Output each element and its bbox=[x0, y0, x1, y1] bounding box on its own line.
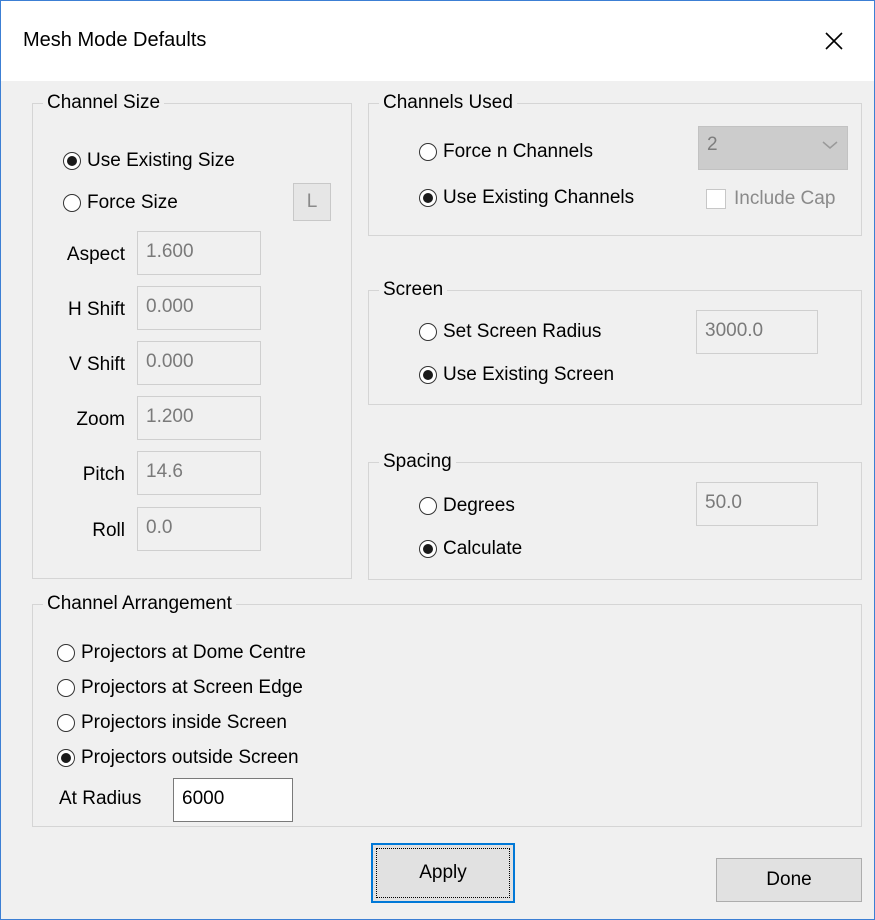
channel-size-legend: Channel Size bbox=[43, 91, 165, 115]
radio-indicator-selected bbox=[419, 540, 437, 558]
force-n-channels-radio[interactable]: Force n Channels bbox=[419, 141, 593, 163]
dialog-window: Mesh Mode Defaults Channel Size Use Exis… bbox=[0, 0, 875, 920]
use-existing-size-label: Use Existing Size bbox=[87, 150, 235, 171]
pitch-label: Pitch bbox=[82, 464, 125, 485]
set-screen-radius-label: Set Screen Radius bbox=[443, 321, 602, 342]
h-shift-label: H Shift bbox=[67, 299, 125, 320]
close-button[interactable] bbox=[794, 1, 874, 81]
use-existing-channels-label: Use Existing Channels bbox=[443, 187, 635, 208]
v-shift-label: V Shift bbox=[69, 354, 125, 375]
force-size-radio[interactable]: Force Size bbox=[63, 192, 178, 214]
use-existing-size-radio[interactable]: Use Existing Size bbox=[63, 150, 235, 172]
radio-indicator-selected bbox=[57, 749, 75, 767]
at-radius-label: At Radius bbox=[59, 788, 142, 809]
projectors-inside-screen-radio[interactable]: Projectors inside Screen bbox=[57, 712, 287, 734]
projectors-dome-centre-label: Projectors at Dome Centre bbox=[81, 642, 306, 663]
at-radius-field[interactable]: 6000 bbox=[173, 778, 293, 822]
channel-count-dropdown[interactable]: 2 bbox=[698, 126, 848, 170]
projectors-screen-edge-label: Projectors at Screen Edge bbox=[81, 677, 303, 698]
projectors-outside-screen-label: Projectors outside Screen bbox=[81, 747, 299, 768]
radio-indicator bbox=[419, 323, 437, 341]
done-label: Done bbox=[766, 869, 812, 890]
aspect-field[interactable]: 1.600 bbox=[137, 231, 261, 275]
roll-label: Roll bbox=[92, 520, 125, 541]
projectors-inside-screen-label: Projectors inside Screen bbox=[81, 712, 287, 733]
degrees-radio[interactable]: Degrees bbox=[419, 495, 515, 517]
channel-count-value: 2 bbox=[707, 134, 718, 155]
pitch-field[interactable]: 14.6 bbox=[137, 451, 261, 495]
degrees-field[interactable]: 50.0 bbox=[696, 482, 818, 526]
use-existing-channels-radio[interactable]: Use Existing Channels bbox=[419, 187, 634, 209]
h-shift-field[interactable]: 0.000 bbox=[137, 286, 261, 330]
projectors-outside-screen-radio[interactable]: Projectors outside Screen bbox=[57, 747, 299, 769]
include-cap-label: Include Cap bbox=[734, 188, 836, 209]
projectors-dome-centre-radio[interactable]: Projectors at Dome Centre bbox=[57, 642, 306, 664]
chevron-down-icon bbox=[822, 141, 838, 149]
l-button[interactable]: L bbox=[293, 183, 331, 221]
done-button[interactable]: Done bbox=[716, 858, 862, 902]
close-icon bbox=[825, 32, 843, 50]
zoom-field[interactable]: 1.200 bbox=[137, 396, 261, 440]
spacing-legend: Spacing bbox=[379, 450, 456, 474]
focus-rectangle bbox=[376, 848, 510, 898]
degrees-label: Degrees bbox=[443, 495, 515, 516]
window-title: Mesh Mode Defaults bbox=[23, 29, 207, 51]
radio-indicator bbox=[419, 143, 437, 161]
radio-indicator bbox=[419, 497, 437, 515]
aspect-label: Aspect bbox=[66, 244, 125, 265]
channel-arrangement-legend: Channel Arrangement bbox=[43, 592, 236, 616]
radio-indicator bbox=[57, 679, 75, 697]
set-screen-radius-radio[interactable]: Set Screen Radius bbox=[419, 321, 601, 343]
v-shift-field[interactable]: 0.000 bbox=[137, 341, 261, 385]
radio-indicator bbox=[57, 644, 75, 662]
calculate-label: Calculate bbox=[443, 538, 523, 559]
use-existing-screen-label: Use Existing Screen bbox=[443, 364, 615, 385]
use-existing-screen-radio[interactable]: Use Existing Screen bbox=[419, 364, 614, 386]
force-n-channels-label: Force n Channels bbox=[443, 141, 593, 162]
screen-legend: Screen bbox=[379, 278, 448, 302]
title-bar: Mesh Mode Defaults bbox=[1, 1, 874, 81]
roll-field[interactable]: 0.0 bbox=[137, 507, 261, 551]
calculate-radio[interactable]: Calculate bbox=[419, 538, 522, 560]
radio-indicator-selected bbox=[63, 152, 81, 170]
radio-indicator-selected bbox=[419, 189, 437, 207]
projectors-screen-edge-radio[interactable]: Projectors at Screen Edge bbox=[57, 677, 303, 699]
checkbox-box bbox=[706, 189, 726, 209]
radio-indicator bbox=[57, 714, 75, 732]
include-cap-checkbox[interactable]: Include Cap bbox=[706, 188, 835, 210]
force-size-label: Force Size bbox=[87, 192, 178, 213]
radio-indicator bbox=[63, 194, 81, 212]
zoom-label: Zoom bbox=[76, 409, 125, 430]
channels-used-legend: Channels Used bbox=[379, 91, 517, 115]
apply-button[interactable]: Apply bbox=[371, 843, 515, 903]
screen-radius-field[interactable]: 3000.0 bbox=[696, 310, 818, 354]
radio-indicator-selected bbox=[419, 366, 437, 384]
